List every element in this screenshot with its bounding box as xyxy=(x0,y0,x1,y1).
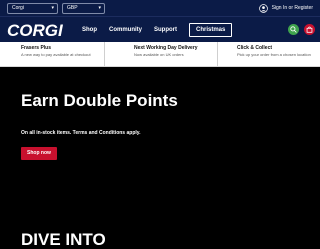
search-icon xyxy=(290,26,297,33)
search-button[interactable] xyxy=(288,24,299,35)
currency-select-value: GBP xyxy=(67,5,78,11)
usp-subtitle: A new way to pay available at checkout xyxy=(21,52,91,57)
region-select[interactable]: Corgi ▾ xyxy=(7,3,58,14)
currency-select[interactable]: GBP ▾ xyxy=(62,3,105,14)
nav-christmas[interactable]: Christmas xyxy=(189,23,233,37)
usp-subtitle: Now available on UK orders xyxy=(134,52,184,57)
signin-label: Sign In or Register xyxy=(271,5,313,11)
usp-title: Frasers Plus xyxy=(21,45,52,51)
usp-title: Next Working Day Delivery xyxy=(134,45,198,51)
main-navbar: CORGI Shop Community Support Christmas xyxy=(0,16,320,42)
nav-shop[interactable]: Shop xyxy=(82,27,97,33)
chevron-down-icon: ▾ xyxy=(98,5,101,11)
svg-text:CORGI: CORGI xyxy=(7,21,64,39)
nav-community[interactable]: Community xyxy=(109,27,142,33)
signin-link[interactable]: Sign In or Register xyxy=(258,3,313,13)
usp-frasers-plus[interactable]: Frasers Plus A new way to pay available … xyxy=(0,42,105,66)
chevron-down-icon: ▾ xyxy=(51,5,54,11)
hero-subtitle: On all in-stock items. Terms and Conditi… xyxy=(21,130,141,136)
region-select-value: Corgi xyxy=(12,5,24,11)
usp-next-day-delivery[interactable]: Next Working Day Delivery Now available … xyxy=(105,42,218,66)
usp-click-collect[interactable]: Click & Collect Pick up your order from … xyxy=(218,42,320,66)
user-icon xyxy=(258,3,268,13)
usp-bar: Frasers Plus A new way to pay available … xyxy=(0,42,320,67)
basket-button[interactable] xyxy=(304,24,315,35)
shop-now-button[interactable]: Shop now xyxy=(21,147,57,160)
usp-subtitle: Pick up your order from a chosen locatio… xyxy=(237,52,311,57)
nav-support[interactable]: Support xyxy=(154,27,177,33)
usp-title: Click & Collect xyxy=(237,45,273,51)
hero-banner: Earn Double Points On all in-stock items… xyxy=(0,67,320,248)
corgi-logo[interactable]: CORGI xyxy=(6,20,70,39)
bag-icon xyxy=(306,26,313,33)
utility-bar: Corgi ▾ GBP ▾ Sign In or Register xyxy=(0,0,320,16)
hero-title: Earn Double Points xyxy=(21,91,178,110)
